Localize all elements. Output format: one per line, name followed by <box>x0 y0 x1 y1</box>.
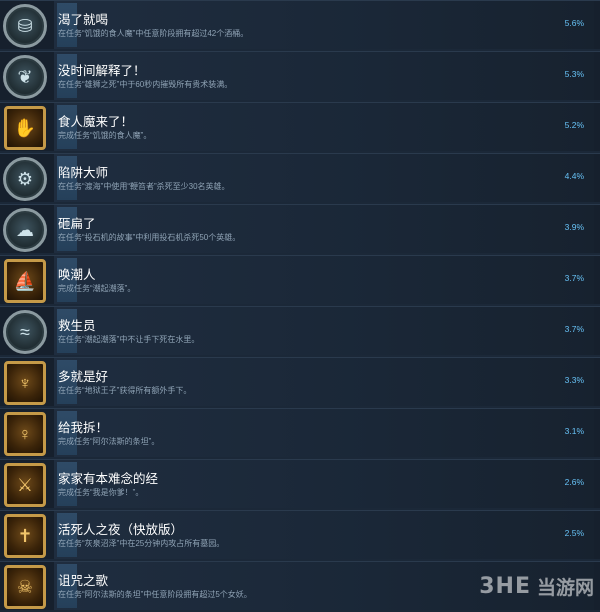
achievement-row[interactable]: ⚙ 陷阱大师在任务“渡海”中使用“鞭笞者”杀死至少30名英雄。 4.4% <box>0 153 600 202</box>
unlock-percent: 3.3% <box>564 375 584 385</box>
boulder-icon: ☁ <box>3 208 47 252</box>
warrior-icon: ⚔ <box>4 463 46 507</box>
achievement-row[interactable]: ⚔ 家家有本难念的经完成任务“我是你爹！”。 2.6% <box>0 459 600 508</box>
ogre-hand-icon: ✋ <box>4 106 46 150</box>
achievement-title: 家家有本难念的经 <box>58 472 159 486</box>
tombstone-icon: ✝ <box>4 514 46 558</box>
achievement-row[interactable]: ⛁ 渴了就喝在任务“饥饿的食人魔”中任意阶段拥有超过42个酒桶。 5.6% <box>0 0 600 49</box>
watermark: 3HE 当游网 <box>479 573 594 600</box>
achievement-title: 砸扁了 <box>58 217 96 231</box>
achievement-icon-glyph: ☁ <box>16 219 34 240</box>
achievement-icon-glyph: ❦ <box>17 66 33 87</box>
sorceress-icon: ♀ <box>4 412 46 456</box>
achievement-description: 在任务“饥饿的食人魔”中任意阶段拥有超过42个酒桶。 <box>58 29 249 38</box>
achievement-description: 完成任务“阿尔法斯的条坦”。 <box>58 437 160 446</box>
achievement-row[interactable]: ♀ 给我拆！ 完成任务“阿尔法斯的条坦”。 3.1% <box>0 408 600 457</box>
achievement-description: 在任务“灰泉沼泽”中在25分钟内攻占所有墓园。 <box>58 539 225 548</box>
achievement-row[interactable]: ♆ 多就是好在任务“地狱王子”获得所有额外手下。 3.3% <box>0 357 600 406</box>
unlock-percent: 5.3% <box>564 69 584 79</box>
watermark-site: 当游网 <box>536 577 594 599</box>
achievement-icon-glyph: ✝ <box>17 525 33 546</box>
achievement-row[interactable]: ✝ 活死人之夜（快放版） 在任务“灰泉沼泽”中在25分钟内攻占所有墓园。 2.5% <box>0 510 600 559</box>
achievement-description: 在任务“潮起潮落”中不让手下死在水里。 <box>58 335 200 344</box>
unlock-percent: 3.7% <box>564 273 584 283</box>
achievement-icon-glyph: ≈ <box>20 321 30 342</box>
achievement-title: 诅咒之歌 <box>58 574 109 588</box>
achievement-title: 给我拆！ <box>58 421 109 435</box>
achievement-row[interactable]: ☁ 砸扁了在任务“投石机的故事”中利用投石机杀死50个英雄。 3.9% <box>0 204 600 253</box>
water-icon: ≈ <box>3 310 47 354</box>
achievement-description: 完成任务“饥饿的食人魔”。 <box>58 131 152 140</box>
achievement-title: 救生员 <box>58 319 96 333</box>
achievement-icon-glyph: ♆ <box>18 372 32 393</box>
achievement-description: 在任务“渡海”中使用“鞭笞者”杀死至少30名英雄。 <box>58 182 230 191</box>
achievement-title: 陷阱大师 <box>58 166 109 180</box>
unlock-percent: 5.2% <box>564 120 584 130</box>
achievement-icon-glyph: ✋ <box>13 117 37 138</box>
unlock-percent: 5.6% <box>564 18 584 28</box>
unlock-percent: 2.5% <box>564 528 584 538</box>
trap-icon: ⚙ <box>3 157 47 201</box>
achievement-description: 在任务“阿尔法斯的条坦”中任意阶段拥有超过5个女妖。 <box>58 590 252 599</box>
achievement-title: 唤潮人 <box>58 268 96 282</box>
achievement-icon-glyph: ⛁ <box>17 15 33 36</box>
achievement-title: 渴了就喝 <box>58 13 109 27</box>
achievement-list: ⛁ 渴了就喝在任务“饥饿的食人魔”中任意阶段拥有超过42个酒桶。 5.6% ❦ 没时间解… <box>0 0 600 612</box>
achievement-row[interactable]: ✋ 食人魔来了！ 完成任务“饥饿的食人魔”。 5.2% <box>0 102 600 151</box>
achievement-title: 多就是好 <box>58 370 109 384</box>
achievement-icon-glyph: ☠ <box>16 576 34 597</box>
achievement-title: 没时间解释了！ <box>58 64 146 78</box>
unlock-percent: 3.7% <box>564 324 584 334</box>
achievement-icon-glyph: ♀ <box>18 423 32 444</box>
achievement-row[interactable]: ⛵ 唤潮人完成任务“潮起潮落”。 3.7% <box>0 255 600 304</box>
achievement-description: 在任务“雄狮之死”中于60秒内摧毁所有贵术装满。 <box>58 80 233 89</box>
unlock-percent: 4.4% <box>564 171 584 181</box>
achievement-icon-glyph: ⚔ <box>16 474 34 495</box>
achievement-title: 食人魔来了！ <box>58 115 134 129</box>
ship-icon: ⛵ <box>4 259 46 303</box>
horned-demon-icon: ♆ <box>4 361 46 405</box>
achievement-icon-glyph: ⚙ <box>16 168 34 189</box>
achievement-description: 在任务“地狱王子”获得所有额外手下。 <box>58 386 192 395</box>
rabbit-icon: ❦ <box>3 55 47 99</box>
watermark-brand: 3HE <box>479 574 531 599</box>
banshee-icon: ☠ <box>4 565 46 609</box>
achievement-description: 在任务“投石机的故事”中利用投石机杀死50个英雄。 <box>58 233 241 242</box>
achievement-description: 完成任务“潮起潮落”。 <box>58 284 136 293</box>
achievement-row[interactable]: ≈ 救生员在任务“潮起潮落”中不让手下死在水里。 3.7% <box>0 306 600 355</box>
unlock-percent: 3.1% <box>564 426 584 436</box>
achievement-title: 活死人之夜（快放版） <box>58 523 184 537</box>
barrels-icon: ⛁ <box>3 4 47 48</box>
unlock-percent: 3.9% <box>564 222 584 232</box>
achievement-icon-glyph: ⛵ <box>13 270 37 291</box>
achievement-description: 完成任务“我是你爹！”。 <box>58 488 144 497</box>
unlock-percent: 2.6% <box>564 477 584 487</box>
achievement-row[interactable]: ❦ 没时间解释了！ 在任务“雄狮之死”中于60秒内摧毁所有贵术装满。 5.3% <box>0 51 600 100</box>
